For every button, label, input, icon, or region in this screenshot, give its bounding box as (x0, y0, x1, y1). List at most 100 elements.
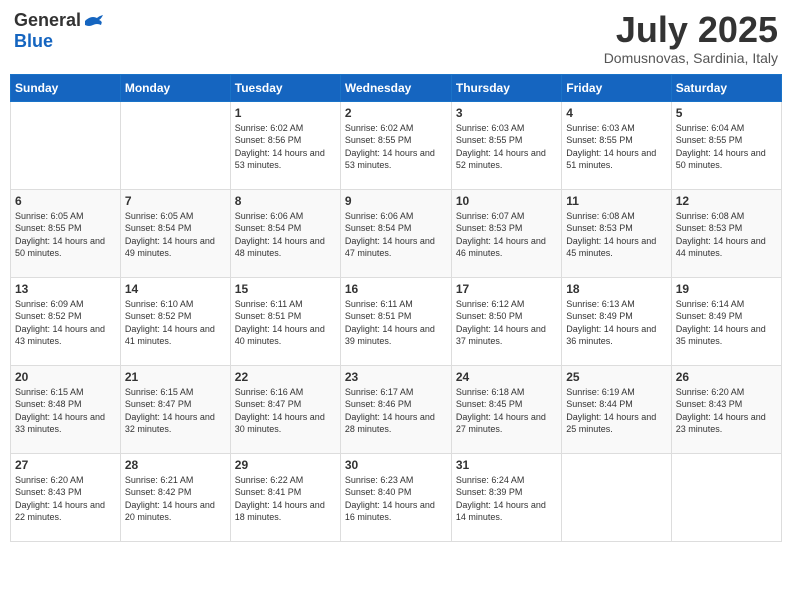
day-info: Sunrise: 6:02 AM Sunset: 8:56 PM Dayligh… (235, 122, 336, 172)
calendar-week-row: 13 Sunrise: 6:09 AM Sunset: 8:52 PM Dayli… (11, 277, 782, 365)
day-info: Sunrise: 6:08 AM Sunset: 8:53 PM Dayligh… (566, 210, 666, 260)
calendar-cell: 20 Sunrise: 6:15 AM Sunset: 8:48 PM Dayli… (11, 365, 121, 453)
day-info: Sunrise: 6:23 AM Sunset: 8:40 PM Dayligh… (345, 474, 447, 524)
title-block: July 2025 Domusnovas, Sardinia, Italy (604, 10, 778, 66)
day-number: 5 (676, 106, 777, 120)
calendar-cell: 22 Sunrise: 6:16 AM Sunset: 8:47 PM Dayli… (230, 365, 340, 453)
day-info: Sunrise: 6:22 AM Sunset: 8:41 PM Dayligh… (235, 474, 336, 524)
day-info: Sunrise: 6:05 AM Sunset: 8:55 PM Dayligh… (15, 210, 116, 260)
day-number: 3 (456, 106, 557, 120)
day-number: 28 (125, 458, 226, 472)
weekday-header: Saturday (671, 74, 781, 101)
day-number: 6 (15, 194, 116, 208)
day-number: 10 (456, 194, 557, 208)
day-info: Sunrise: 6:18 AM Sunset: 8:45 PM Dayligh… (456, 386, 557, 436)
day-info: Sunrise: 6:12 AM Sunset: 8:50 PM Dayligh… (456, 298, 557, 348)
calendar-cell: 8Sunrise: 6:06 AM Sunset: 8:54 PM Daylig… (230, 189, 340, 277)
day-number: 31 (456, 458, 557, 472)
calendar-cell: 14 Sunrise: 6:10 AM Sunset: 8:52 PM Dayli… (120, 277, 230, 365)
day-number: 22 (235, 370, 336, 384)
day-info: Sunrise: 6:02 AM Sunset: 8:55 PM Dayligh… (345, 122, 447, 172)
calendar-cell: 29 Sunrise: 6:22 AM Sunset: 8:41 PM Dayli… (230, 453, 340, 541)
calendar-cell: 15 Sunrise: 6:11 AM Sunset: 8:51 PM Dayli… (230, 277, 340, 365)
day-info: Sunrise: 6:11 AM Sunset: 8:51 PM Dayligh… (345, 298, 447, 348)
calendar-cell: 3 Sunrise: 6:03 AM Sunset: 8:55 PM Daylig… (451, 101, 561, 189)
calendar-cell: 6 Sunrise: 6:05 AM Sunset: 8:55 PM Daylig… (11, 189, 121, 277)
day-number: 12 (676, 194, 777, 208)
day-number: 24 (456, 370, 557, 384)
calendar-cell: 21 Sunrise: 6:15 AM Sunset: 8:47 PM Dayli… (120, 365, 230, 453)
calendar-cell: 25Sunrise: 6:19 AM Sunset: 8:44 PM Dayli… (562, 365, 671, 453)
calendar-cell: 16 Sunrise: 6:11 AM Sunset: 8:51 PM Dayli… (340, 277, 451, 365)
calendar-cell: 27 Sunrise: 6:20 AM Sunset: 8:43 PM Dayli… (11, 453, 121, 541)
day-number: 29 (235, 458, 336, 472)
day-info: Sunrise: 6:06 AM Sunset: 8:54 PM Dayligh… (235, 210, 336, 260)
logo-blue-text: Blue (14, 31, 53, 52)
day-number: 13 (15, 282, 116, 296)
weekday-header: Thursday (451, 74, 561, 101)
calendar-week-row: 20 Sunrise: 6:15 AM Sunset: 8:48 PM Dayli… (11, 365, 782, 453)
logo: General Blue (14, 10, 103, 52)
day-number: 18 (566, 282, 666, 296)
day-info: Sunrise: 6:14 AM Sunset: 8:49 PM Dayligh… (676, 298, 777, 348)
calendar-cell (11, 101, 121, 189)
day-number: 14 (125, 282, 226, 296)
day-info: Sunrise: 6:04 AM Sunset: 8:55 PM Dayligh… (676, 122, 777, 172)
day-info: Sunrise: 6:06 AM Sunset: 8:54 PM Dayligh… (345, 210, 447, 260)
day-info: Sunrise: 6:15 AM Sunset: 8:48 PM Dayligh… (15, 386, 116, 436)
day-number: 15 (235, 282, 336, 296)
weekday-header-row: SundayMondayTuesdayWednesdayThursdayFrid… (11, 74, 782, 101)
day-info: Sunrise: 6:09 AM Sunset: 8:52 PM Dayligh… (15, 298, 116, 348)
day-info: Sunrise: 6:24 AM Sunset: 8:39 PM Dayligh… (456, 474, 557, 524)
calendar-cell: 13 Sunrise: 6:09 AM Sunset: 8:52 PM Dayli… (11, 277, 121, 365)
day-number: 26 (676, 370, 777, 384)
day-number: 23 (345, 370, 447, 384)
calendar-cell: 1 Sunrise: 6:02 AM Sunset: 8:56 PM Daylig… (230, 101, 340, 189)
day-info: Sunrise: 6:19 AM Sunset: 8:44 PM Dayligh… (566, 386, 666, 436)
day-number: 17 (456, 282, 557, 296)
calendar-cell: 7 Sunrise: 6:05 AM Sunset: 8:54 PM Daylig… (120, 189, 230, 277)
day-info: Sunrise: 6:11 AM Sunset: 8:51 PM Dayligh… (235, 298, 336, 348)
calendar-cell: 2Sunrise: 6:02 AM Sunset: 8:55 PM Daylig… (340, 101, 451, 189)
calendar-table: SundayMondayTuesdayWednesdayThursdayFrid… (10, 74, 782, 542)
day-number: 4 (566, 106, 666, 120)
day-number: 27 (15, 458, 116, 472)
calendar-cell: 26 Sunrise: 6:20 AM Sunset: 8:43 PM Dayli… (671, 365, 781, 453)
calendar-cell: 28 Sunrise: 6:21 AM Sunset: 8:42 PM Dayli… (120, 453, 230, 541)
day-info: Sunrise: 6:20 AM Sunset: 8:43 PM Dayligh… (676, 386, 777, 436)
day-info: Sunrise: 6:16 AM Sunset: 8:47 PM Dayligh… (235, 386, 336, 436)
calendar-week-row: 27 Sunrise: 6:20 AM Sunset: 8:43 PM Dayli… (11, 453, 782, 541)
weekday-header: Sunday (11, 74, 121, 101)
calendar-cell (562, 453, 671, 541)
day-number: 20 (15, 370, 116, 384)
calendar-cell: 24 Sunrise: 6:18 AM Sunset: 8:45 PM Dayli… (451, 365, 561, 453)
calendar-cell (120, 101, 230, 189)
day-info: Sunrise: 6:15 AM Sunset: 8:47 PM Dayligh… (125, 386, 226, 436)
day-number: 16 (345, 282, 447, 296)
day-info: Sunrise: 6:05 AM Sunset: 8:54 PM Dayligh… (125, 210, 226, 260)
day-info: Sunrise: 6:13 AM Sunset: 8:49 PM Dayligh… (566, 298, 666, 348)
calendar-cell: 19 Sunrise: 6:14 AM Sunset: 8:49 PM Dayli… (671, 277, 781, 365)
weekday-header: Friday (562, 74, 671, 101)
day-info: Sunrise: 6:21 AM Sunset: 8:42 PM Dayligh… (125, 474, 226, 524)
day-info: Sunrise: 6:08 AM Sunset: 8:53 PM Dayligh… (676, 210, 777, 260)
day-info: Sunrise: 6:07 AM Sunset: 8:53 PM Dayligh… (456, 210, 557, 260)
day-number: 7 (125, 194, 226, 208)
day-info: Sunrise: 6:20 AM Sunset: 8:43 PM Dayligh… (15, 474, 116, 524)
calendar-cell: 17 Sunrise: 6:12 AM Sunset: 8:50 PM Dayli… (451, 277, 561, 365)
calendar-cell (671, 453, 781, 541)
day-info: Sunrise: 6:17 AM Sunset: 8:46 PM Dayligh… (345, 386, 447, 436)
day-number: 19 (676, 282, 777, 296)
day-info: Sunrise: 6:03 AM Sunset: 8:55 PM Dayligh… (456, 122, 557, 172)
logo-general-text: General (14, 10, 81, 31)
calendar-cell: 4Sunrise: 6:03 AM Sunset: 8:55 PM Daylig… (562, 101, 671, 189)
calendar-week-row: 1 Sunrise: 6:02 AM Sunset: 8:56 PM Daylig… (11, 101, 782, 189)
day-number: 21 (125, 370, 226, 384)
day-info: Sunrise: 6:10 AM Sunset: 8:52 PM Dayligh… (125, 298, 226, 348)
location-subtitle: Domusnovas, Sardinia, Italy (604, 50, 778, 66)
day-number: 1 (235, 106, 336, 120)
month-year-title: July 2025 (604, 10, 778, 50)
calendar-cell: 23 Sunrise: 6:17 AM Sunset: 8:46 PM Dayli… (340, 365, 451, 453)
calendar-cell: 10 Sunrise: 6:07 AM Sunset: 8:53 PM Dayli… (451, 189, 561, 277)
day-number: 11 (566, 194, 666, 208)
